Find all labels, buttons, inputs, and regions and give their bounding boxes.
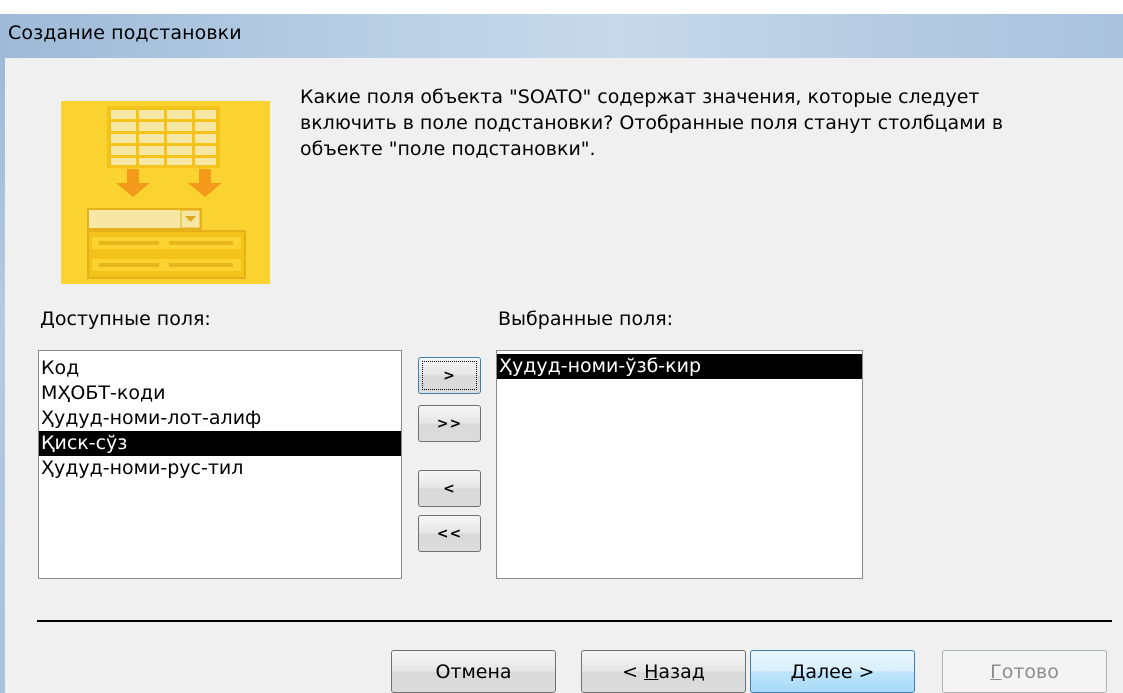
- next-button-mnemonic: Д: [790, 660, 806, 683]
- instructions-line: объекте "поле подстановки".: [300, 138, 596, 160]
- next-button[interactable]: Далее >: [750, 650, 915, 693]
- back-button-mnemonic: Н: [644, 660, 659, 683]
- next-button-label: алее >: [805, 660, 875, 683]
- selected-fields-list[interactable]: Ҳудуд-номи-ўзб-кир: [496, 350, 863, 579]
- list-item[interactable]: Ҳудуд-номи-лот-алиф: [39, 406, 401, 431]
- instructions-line: включить в поле подстановки? Отобранные …: [300, 112, 1004, 134]
- window-titlebar[interactable]: Создание подстановки: [0, 14, 1123, 58]
- finish-button-mnemonic: Г: [990, 660, 1002, 683]
- available-fields-label: Доступные поля:: [40, 308, 211, 330]
- selected-fields-label: Выбранные поля:: [498, 308, 674, 330]
- back-button[interactable]: < Назад: [581, 650, 746, 693]
- back-button-prefix: <: [622, 660, 645, 683]
- back-button-label: азад: [658, 660, 705, 683]
- finish-button: Готово: [942, 650, 1107, 693]
- list-item-selected[interactable]: Ҳудуд-номи-ўзб-кир: [497, 354, 862, 379]
- list-item-selected[interactable]: Қиск-сўз: [39, 431, 401, 456]
- wizard-illustration-icon: [61, 101, 270, 284]
- list-item[interactable]: Код: [39, 356, 401, 381]
- remove-field-button[interactable]: <: [418, 470, 481, 507]
- screen-top-strip: [0, 0, 1123, 14]
- remove-all-fields-button[interactable]: <<: [418, 515, 481, 552]
- window-title: Создание подстановки: [8, 22, 242, 44]
- cancel-button[interactable]: Отмена: [391, 650, 556, 693]
- list-item[interactable]: Ҳудуд-номи-рус-тил: [39, 456, 401, 481]
- add-field-button[interactable]: >: [418, 357, 481, 394]
- finish-button-label: отово: [1001, 660, 1059, 683]
- instructions-line: Какие поля объекта "SOATO" содержат знач…: [300, 86, 980, 108]
- add-all-fields-button[interactable]: >>: [418, 405, 481, 442]
- dialog-separator: [37, 620, 1112, 622]
- available-fields-list[interactable]: Код МҲОБТ-коди Ҳудуд-номи-лот-алиф Қиск-…: [38, 350, 402, 579]
- list-item[interactable]: МҲОБТ-коди: [39, 381, 401, 406]
- wizard-instructions: Какие поля объекта "SOATO" содержат знач…: [300, 84, 1100, 162]
